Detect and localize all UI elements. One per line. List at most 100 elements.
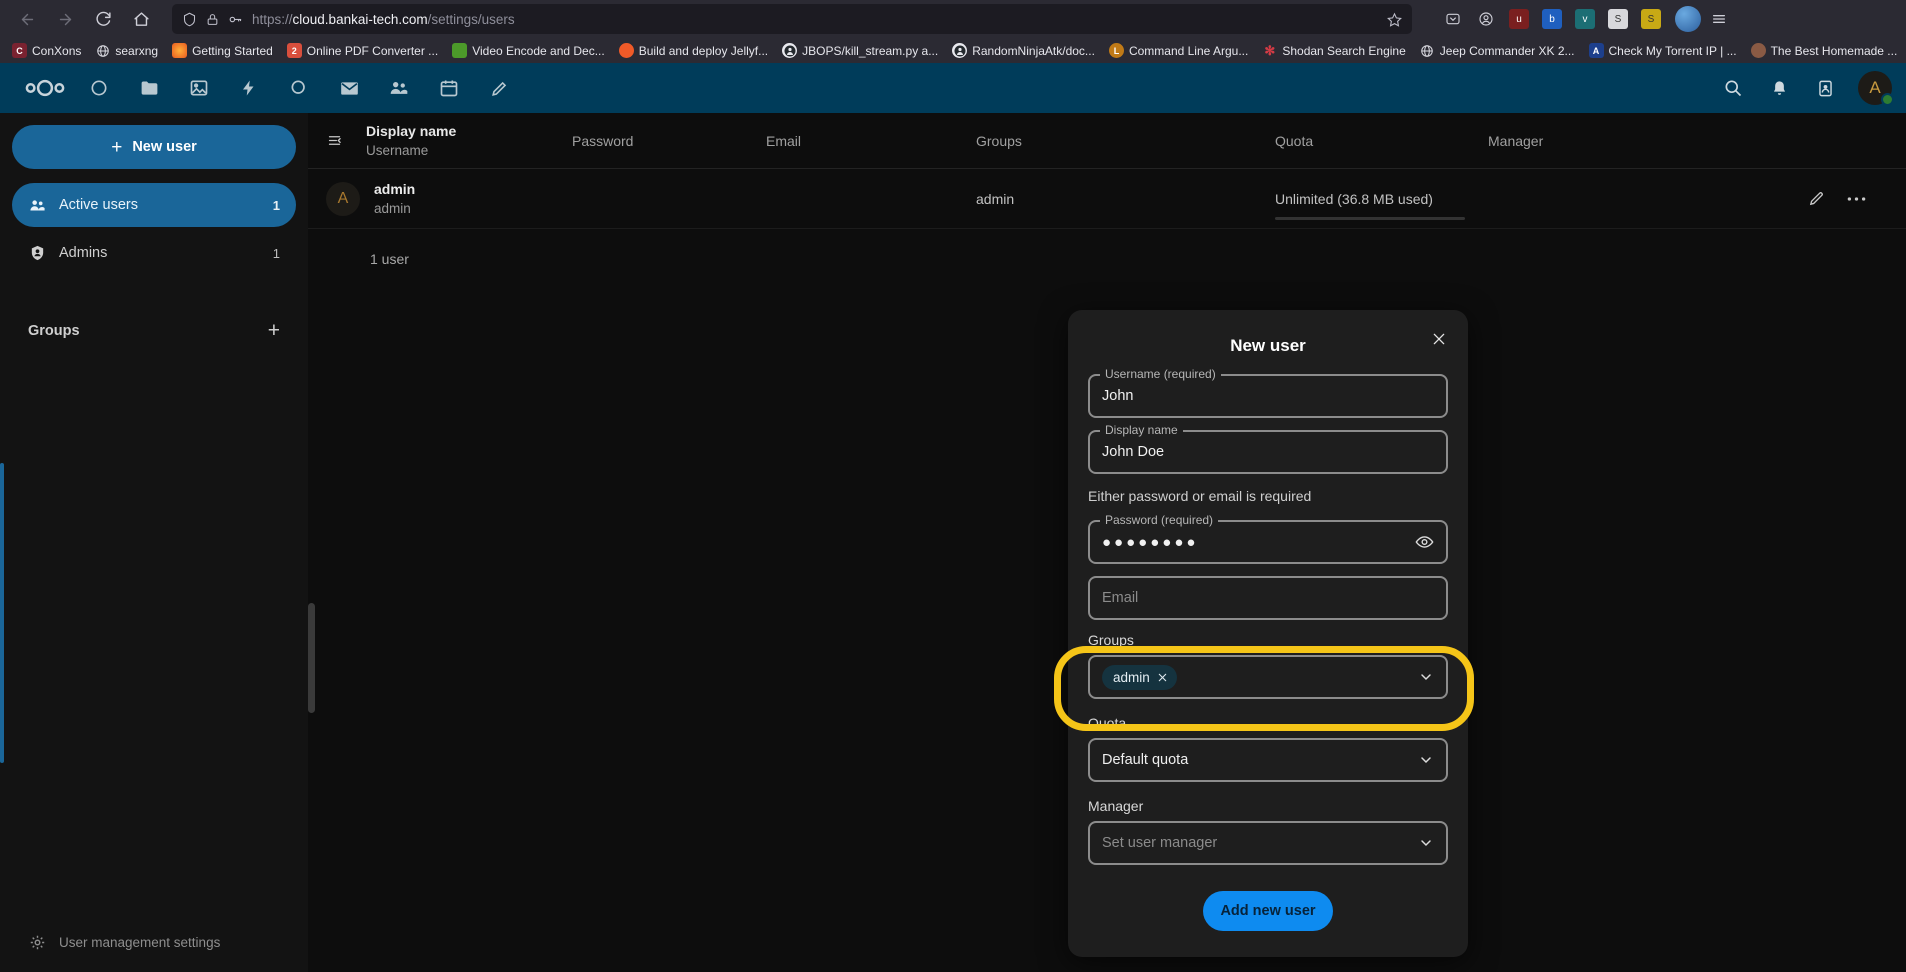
extension-sponsorblock-icon[interactable]: S: [1603, 5, 1633, 33]
calendar-icon[interactable]: [424, 63, 474, 113]
globe-icon: [95, 43, 110, 58]
back-arrow-icon[interactable]: [10, 4, 44, 34]
gear-icon: [28, 933, 47, 952]
bookmark-label: Jeep Commander XK 2...: [1439, 43, 1575, 58]
modal-overlay: New user Username (required) John Displa…: [308, 113, 1906, 972]
bookmark-item[interactable]: Video Encode and Dec...: [446, 41, 611, 60]
mail-icon[interactable]: [324, 63, 374, 113]
bookmark-label: Command Line Argu...: [1128, 43, 1249, 58]
manager-label: Manager: [1088, 798, 1144, 814]
reload-icon[interactable]: [86, 4, 120, 34]
groups-field-group: Groups admin: [1088, 632, 1448, 699]
bookmark-label: Online PDF Converter ...: [306, 43, 439, 58]
username-field[interactable]: Username (required) John: [1088, 367, 1448, 418]
manager-select[interactable]: Set user manager: [1088, 821, 1448, 865]
url-bar[interactable]: https://cloud.bankai-tech.com/settings/u…: [172, 4, 1412, 34]
activity-icon[interactable]: [224, 63, 274, 113]
manager-placeholder: Set user manager: [1102, 835, 1218, 851]
bookmark-item[interactable]: Getting Started: [166, 41, 279, 60]
bookmark-item[interactable]: JBOPS/kill_stream.py a...: [776, 41, 944, 60]
close-icon[interactable]: [1424, 324, 1454, 354]
add-group-button[interactable]: +: [268, 319, 280, 343]
sidebar: + New user Active users 1 Admins 1 Group…: [0, 113, 308, 972]
new-user-label: New user: [132, 139, 197, 155]
password-label: Password (required): [1100, 513, 1219, 527]
photos-icon[interactable]: [174, 63, 224, 113]
nextcloud-logo-icon[interactable]: [16, 63, 74, 113]
dashboard-icon[interactable]: [74, 63, 124, 113]
user-management-settings-link[interactable]: User management settings: [12, 933, 296, 960]
display-name-field[interactable]: Display name John Doe: [1088, 423, 1448, 474]
forward-arrow-icon[interactable]: [48, 4, 82, 34]
bookmark-item[interactable]: The Best Homemade ...: [1745, 41, 1904, 60]
bookmark-label: ConXons: [32, 43, 82, 58]
notifications-icon[interactable]: [1762, 71, 1796, 105]
password-email-hint: Either password or email is required: [1088, 488, 1312, 504]
quota-value: Default quota: [1102, 752, 1189, 768]
groups-heading-label: Groups: [28, 323, 80, 339]
add-new-user-button[interactable]: Add new user: [1203, 891, 1333, 931]
show-password-icon[interactable]: [1415, 535, 1434, 549]
username-value: John: [1102, 388, 1134, 404]
search-icon[interactable]: [1716, 71, 1750, 105]
extension-search-icon[interactable]: S: [1636, 5, 1666, 33]
extension-vpn-icon[interactable]: v: [1570, 5, 1600, 33]
notes-icon[interactable]: [474, 63, 524, 113]
bookmark-item[interactable]: ✻ Shodan Search Engine: [1256, 41, 1411, 60]
bitwarden-badge: b: [1542, 9, 1562, 29]
sponsorblock-badge: S: [1608, 9, 1628, 29]
url-text: https://cloud.bankai-tech.com/settings/u…: [252, 12, 515, 27]
new-user-button[interactable]: + New user: [12, 125, 296, 169]
bookmark-item[interactable]: RandomNinjaAtk/doc...: [946, 41, 1101, 60]
group-chip[interactable]: admin: [1102, 664, 1177, 690]
url-scheme: https://: [252, 11, 293, 27]
bookmark-item[interactable]: A Check My Torrent IP | ...: [1583, 41, 1743, 60]
contacts-menu-icon[interactable]: [1808, 71, 1842, 105]
bookmark-item[interactable]: Jeep Commander XK 2...: [1414, 41, 1581, 60]
extension-ublock-icon[interactable]: u: [1504, 5, 1534, 33]
home-icon[interactable]: [124, 4, 158, 34]
files-icon[interactable]: [124, 63, 174, 113]
contacts-icon[interactable]: [374, 63, 424, 113]
browser-nav-bar: https://cloud.bankai-tech.com/settings/u…: [0, 0, 1906, 38]
bookmark-label: Video Encode and Dec...: [472, 43, 605, 58]
manager-field-group: Manager Set user manager: [1088, 798, 1448, 865]
bookmark-item[interactable]: C ConXons: [6, 41, 87, 60]
open-menu-icon[interactable]: [1704, 5, 1734, 33]
browser-profile-avatar[interactable]: [1675, 6, 1701, 32]
chevron-down-icon[interactable]: [1418, 752, 1434, 768]
bookmark-star-icon[interactable]: [1387, 12, 1402, 27]
user-avatar[interactable]: A: [1858, 71, 1894, 106]
lock-icon: [206, 13, 219, 26]
chevron-down-icon[interactable]: [1418, 835, 1434, 851]
search-app-icon[interactable]: [274, 63, 324, 113]
quota-select[interactable]: Default quota: [1088, 738, 1448, 782]
display-name-label: Display name: [1100, 423, 1183, 437]
email-field[interactable]: Email: [1088, 576, 1448, 620]
quota-field-group: Quota Default quota: [1088, 715, 1448, 782]
bookmark-item[interactable]: L Command Line Argu...: [1103, 41, 1254, 60]
bookmark-item[interactable]: 2 Online PDF Converter ...: [281, 41, 444, 60]
remove-group-icon[interactable]: [1157, 672, 1168, 683]
sidebar-item-label: Active users: [59, 197, 138, 213]
account-icon[interactable]: [1471, 5, 1501, 33]
sidebar-item-admins[interactable]: Admins 1: [12, 231, 296, 275]
favicon-icon: A: [1588, 43, 1604, 58]
display-name-value: John Doe: [1102, 444, 1165, 460]
favicon-icon: L: [1108, 43, 1124, 58]
sidebar-item-label: Admins: [59, 245, 108, 261]
save-to-pocket-icon[interactable]: [1438, 5, 1468, 33]
bookmark-item[interactable]: Build and deploy Jellyf...: [613, 41, 774, 60]
chevron-down-icon[interactable]: [1418, 669, 1434, 685]
password-field[interactable]: Password (required) ●●●●●●●●: [1088, 513, 1448, 564]
group-chip-label: admin: [1113, 669, 1150, 685]
url-domain: cloud.bankai-tech.com: [292, 11, 428, 27]
sidebar-item-active-users[interactable]: Active users 1: [12, 183, 296, 227]
vpn-badge: v: [1575, 9, 1595, 29]
groups-select[interactable]: admin: [1088, 655, 1448, 699]
modal-title: New user: [1230, 336, 1306, 355]
bookmark-label: RandomNinjaAtk/doc...: [972, 43, 1095, 58]
sidebar-footer-label: User management settings: [59, 935, 221, 950]
bookmark-item[interactable]: searxng: [89, 41, 164, 60]
extension-bitwarden-icon[interactable]: b: [1537, 5, 1567, 33]
